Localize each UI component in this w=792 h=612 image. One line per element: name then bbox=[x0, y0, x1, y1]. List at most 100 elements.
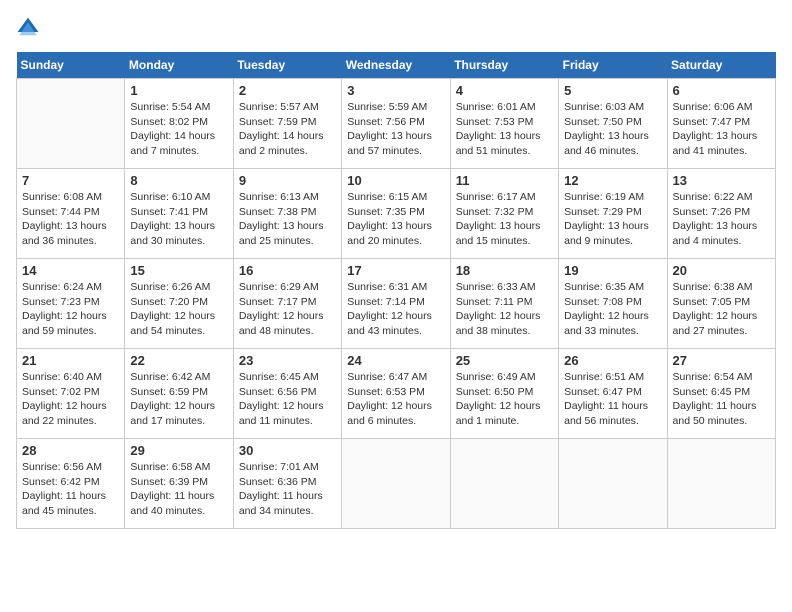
calendar-cell: 6 Sunrise: 6:06 AMSunset: 7:47 PMDayligh… bbox=[667, 79, 775, 169]
day-info: Sunrise: 6:31 AMSunset: 7:14 PMDaylight:… bbox=[347, 280, 444, 339]
day-number: 12 bbox=[564, 173, 661, 188]
calendar-cell: 27 Sunrise: 6:54 AMSunset: 6:45 PMDaylig… bbox=[667, 349, 775, 439]
day-info: Sunrise: 7:01 AMSunset: 6:36 PMDaylight:… bbox=[239, 460, 336, 519]
calendar-cell: 2 Sunrise: 5:57 AMSunset: 7:59 PMDayligh… bbox=[233, 79, 341, 169]
calendar-cell: 30 Sunrise: 7:01 AMSunset: 6:36 PMDaylig… bbox=[233, 439, 341, 529]
day-info: Sunrise: 6:03 AMSunset: 7:50 PMDaylight:… bbox=[564, 100, 661, 159]
calendar-cell: 3 Sunrise: 5:59 AMSunset: 7:56 PMDayligh… bbox=[342, 79, 450, 169]
week-row-0: 1 Sunrise: 5:54 AMSunset: 8:02 PMDayligh… bbox=[17, 79, 776, 169]
day-info: Sunrise: 5:57 AMSunset: 7:59 PMDaylight:… bbox=[239, 100, 336, 159]
day-number: 13 bbox=[673, 173, 770, 188]
day-info: Sunrise: 6:47 AMSunset: 6:53 PMDaylight:… bbox=[347, 370, 444, 429]
page-header bbox=[16, 16, 776, 40]
weekday-header-wednesday: Wednesday bbox=[342, 52, 450, 79]
week-row-1: 7 Sunrise: 6:08 AMSunset: 7:44 PMDayligh… bbox=[17, 169, 776, 259]
calendar-cell: 21 Sunrise: 6:40 AMSunset: 7:02 PMDaylig… bbox=[17, 349, 125, 439]
calendar-cell bbox=[342, 439, 450, 529]
day-info: Sunrise: 6:24 AMSunset: 7:23 PMDaylight:… bbox=[22, 280, 119, 339]
day-number: 3 bbox=[347, 83, 444, 98]
day-info: Sunrise: 6:33 AMSunset: 7:11 PMDaylight:… bbox=[456, 280, 553, 339]
calendar-cell: 26 Sunrise: 6:51 AMSunset: 6:47 PMDaylig… bbox=[559, 349, 667, 439]
day-number: 21 bbox=[22, 353, 119, 368]
day-number: 22 bbox=[130, 353, 227, 368]
day-info: Sunrise: 5:59 AMSunset: 7:56 PMDaylight:… bbox=[347, 100, 444, 159]
day-number: 14 bbox=[22, 263, 119, 278]
day-number: 8 bbox=[130, 173, 227, 188]
day-info: Sunrise: 6:51 AMSunset: 6:47 PMDaylight:… bbox=[564, 370, 661, 429]
day-number: 24 bbox=[347, 353, 444, 368]
day-number: 30 bbox=[239, 443, 336, 458]
calendar-cell bbox=[667, 439, 775, 529]
calendar-cell: 9 Sunrise: 6:13 AMSunset: 7:38 PMDayligh… bbox=[233, 169, 341, 259]
calendar-cell: 22 Sunrise: 6:42 AMSunset: 6:59 PMDaylig… bbox=[125, 349, 233, 439]
day-info: Sunrise: 6:35 AMSunset: 7:08 PMDaylight:… bbox=[564, 280, 661, 339]
calendar-cell: 24 Sunrise: 6:47 AMSunset: 6:53 PMDaylig… bbox=[342, 349, 450, 439]
day-number: 29 bbox=[130, 443, 227, 458]
day-number: 23 bbox=[239, 353, 336, 368]
day-info: Sunrise: 6:19 AMSunset: 7:29 PMDaylight:… bbox=[564, 190, 661, 249]
day-info: Sunrise: 6:10 AMSunset: 7:41 PMDaylight:… bbox=[130, 190, 227, 249]
day-info: Sunrise: 6:40 AMSunset: 7:02 PMDaylight:… bbox=[22, 370, 119, 429]
day-number: 1 bbox=[130, 83, 227, 98]
day-number: 19 bbox=[564, 263, 661, 278]
day-number: 18 bbox=[456, 263, 553, 278]
calendar-cell: 10 Sunrise: 6:15 AMSunset: 7:35 PMDaylig… bbox=[342, 169, 450, 259]
calendar-cell: 4 Sunrise: 6:01 AMSunset: 7:53 PMDayligh… bbox=[450, 79, 558, 169]
day-info: Sunrise: 6:08 AMSunset: 7:44 PMDaylight:… bbox=[22, 190, 119, 249]
weekday-header-thursday: Thursday bbox=[450, 52, 558, 79]
day-info: Sunrise: 6:01 AMSunset: 7:53 PMDaylight:… bbox=[456, 100, 553, 159]
calendar-cell: 5 Sunrise: 6:03 AMSunset: 7:50 PMDayligh… bbox=[559, 79, 667, 169]
calendar-cell: 7 Sunrise: 6:08 AMSunset: 7:44 PMDayligh… bbox=[17, 169, 125, 259]
day-info: Sunrise: 6:26 AMSunset: 7:20 PMDaylight:… bbox=[130, 280, 227, 339]
weekday-header-saturday: Saturday bbox=[667, 52, 775, 79]
calendar-cell: 23 Sunrise: 6:45 AMSunset: 6:56 PMDaylig… bbox=[233, 349, 341, 439]
weekday-header-row: SundayMondayTuesdayWednesdayThursdayFrid… bbox=[17, 52, 776, 79]
day-number: 27 bbox=[673, 353, 770, 368]
day-number: 10 bbox=[347, 173, 444, 188]
day-info: Sunrise: 5:54 AMSunset: 8:02 PMDaylight:… bbox=[130, 100, 227, 159]
day-info: Sunrise: 6:49 AMSunset: 6:50 PMDaylight:… bbox=[456, 370, 553, 429]
day-number: 9 bbox=[239, 173, 336, 188]
week-row-2: 14 Sunrise: 6:24 AMSunset: 7:23 PMDaylig… bbox=[17, 259, 776, 349]
day-number: 5 bbox=[564, 83, 661, 98]
logo bbox=[16, 16, 44, 40]
day-number: 7 bbox=[22, 173, 119, 188]
day-number: 25 bbox=[456, 353, 553, 368]
day-info: Sunrise: 6:58 AMSunset: 6:39 PMDaylight:… bbox=[130, 460, 227, 519]
calendar-cell: 8 Sunrise: 6:10 AMSunset: 7:41 PMDayligh… bbox=[125, 169, 233, 259]
day-info: Sunrise: 6:42 AMSunset: 6:59 PMDaylight:… bbox=[130, 370, 227, 429]
day-number: 17 bbox=[347, 263, 444, 278]
day-info: Sunrise: 6:45 AMSunset: 6:56 PMDaylight:… bbox=[239, 370, 336, 429]
day-number: 15 bbox=[130, 263, 227, 278]
day-number: 6 bbox=[673, 83, 770, 98]
calendar-cell bbox=[17, 79, 125, 169]
day-info: Sunrise: 6:54 AMSunset: 6:45 PMDaylight:… bbox=[673, 370, 770, 429]
calendar-cell: 18 Sunrise: 6:33 AMSunset: 7:11 PMDaylig… bbox=[450, 259, 558, 349]
calendar-cell: 13 Sunrise: 6:22 AMSunset: 7:26 PMDaylig… bbox=[667, 169, 775, 259]
day-info: Sunrise: 6:38 AMSunset: 7:05 PMDaylight:… bbox=[673, 280, 770, 339]
week-row-4: 28 Sunrise: 6:56 AMSunset: 6:42 PMDaylig… bbox=[17, 439, 776, 529]
calendar-cell: 12 Sunrise: 6:19 AMSunset: 7:29 PMDaylig… bbox=[559, 169, 667, 259]
day-number: 16 bbox=[239, 263, 336, 278]
calendar-cell: 15 Sunrise: 6:26 AMSunset: 7:20 PMDaylig… bbox=[125, 259, 233, 349]
day-info: Sunrise: 6:22 AMSunset: 7:26 PMDaylight:… bbox=[673, 190, 770, 249]
day-info: Sunrise: 6:13 AMSunset: 7:38 PMDaylight:… bbox=[239, 190, 336, 249]
logo-icon bbox=[16, 16, 40, 40]
calendar-cell: 29 Sunrise: 6:58 AMSunset: 6:39 PMDaylig… bbox=[125, 439, 233, 529]
day-number: 4 bbox=[456, 83, 553, 98]
day-info: Sunrise: 6:06 AMSunset: 7:47 PMDaylight:… bbox=[673, 100, 770, 159]
calendar-cell: 17 Sunrise: 6:31 AMSunset: 7:14 PMDaylig… bbox=[342, 259, 450, 349]
weekday-header-monday: Monday bbox=[125, 52, 233, 79]
calendar-cell bbox=[450, 439, 558, 529]
day-number: 2 bbox=[239, 83, 336, 98]
calendar-cell: 19 Sunrise: 6:35 AMSunset: 7:08 PMDaylig… bbox=[559, 259, 667, 349]
weekday-header-tuesday: Tuesday bbox=[233, 52, 341, 79]
calendar-table: SundayMondayTuesdayWednesdayThursdayFrid… bbox=[16, 52, 776, 529]
day-number: 11 bbox=[456, 173, 553, 188]
week-row-3: 21 Sunrise: 6:40 AMSunset: 7:02 PMDaylig… bbox=[17, 349, 776, 439]
calendar-cell: 16 Sunrise: 6:29 AMSunset: 7:17 PMDaylig… bbox=[233, 259, 341, 349]
calendar-cell: 28 Sunrise: 6:56 AMSunset: 6:42 PMDaylig… bbox=[17, 439, 125, 529]
calendar-cell: 25 Sunrise: 6:49 AMSunset: 6:50 PMDaylig… bbox=[450, 349, 558, 439]
weekday-header-friday: Friday bbox=[559, 52, 667, 79]
calendar-cell: 20 Sunrise: 6:38 AMSunset: 7:05 PMDaylig… bbox=[667, 259, 775, 349]
